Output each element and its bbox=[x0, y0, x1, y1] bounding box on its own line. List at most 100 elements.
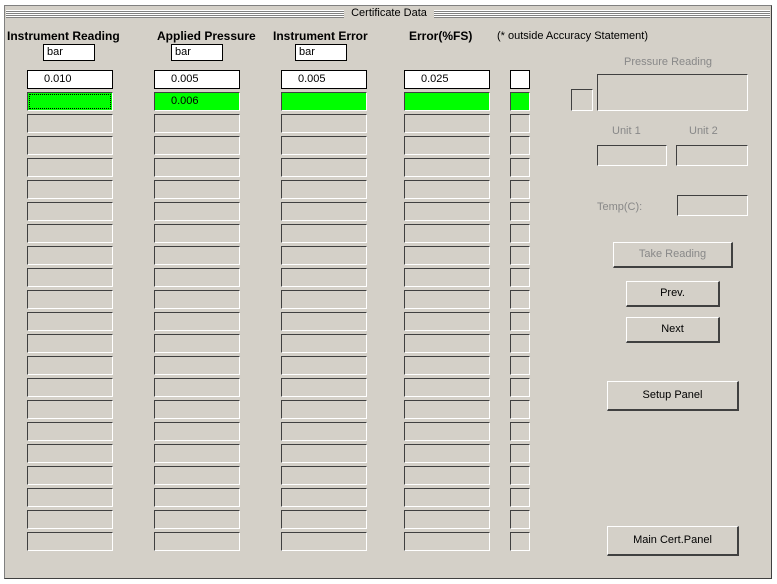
row-19-instrument-error-cell[interactable] bbox=[281, 466, 367, 485]
row-9-applied-pressure-cell[interactable] bbox=[154, 246, 240, 265]
row-16-instrument-reading-cell[interactable] bbox=[27, 400, 113, 419]
row-8-instrument-error-cell[interactable] bbox=[281, 224, 367, 243]
row-1-applied-pressure-cell[interactable]: 0.005 bbox=[154, 70, 240, 89]
row-18-instrument-error-cell[interactable] bbox=[281, 444, 367, 463]
row-5-error-fs-cell[interactable] bbox=[404, 158, 490, 177]
row-14-instrument-error-cell[interactable] bbox=[281, 356, 367, 375]
row-18-instrument-reading-cell[interactable] bbox=[27, 444, 113, 463]
unit-field-applied-pressure[interactable]: bar bbox=[171, 44, 223, 61]
row-20-flag-cell[interactable] bbox=[510, 488, 530, 507]
row-2-instrument-reading-cell[interactable] bbox=[27, 92, 113, 111]
row-14-applied-pressure-cell[interactable] bbox=[154, 356, 240, 375]
row-22-error-fs-cell[interactable] bbox=[404, 532, 490, 551]
row-7-instrument-error-cell[interactable] bbox=[281, 202, 367, 221]
row-8-instrument-reading-cell[interactable] bbox=[27, 224, 113, 243]
row-2-applied-pressure-cell[interactable]: 0.006 bbox=[154, 92, 240, 111]
row-18-applied-pressure-cell[interactable] bbox=[154, 444, 240, 463]
row-12-instrument-error-cell[interactable] bbox=[281, 312, 367, 331]
row-15-instrument-reading-cell[interactable] bbox=[27, 378, 113, 397]
row-3-instrument-error-cell[interactable] bbox=[281, 114, 367, 133]
row-2-error-fs-cell[interactable] bbox=[404, 92, 490, 111]
row-15-applied-pressure-cell[interactable] bbox=[154, 378, 240, 397]
row-17-instrument-reading-cell[interactable] bbox=[27, 422, 113, 441]
row-16-applied-pressure-cell[interactable] bbox=[154, 400, 240, 419]
row-21-error-fs-cell[interactable] bbox=[404, 510, 490, 529]
row-10-instrument-reading-cell[interactable] bbox=[27, 268, 113, 287]
row-22-instrument-reading-cell[interactable] bbox=[27, 532, 113, 551]
row-13-flag-cell[interactable] bbox=[510, 334, 530, 353]
row-12-instrument-reading-cell[interactable] bbox=[27, 312, 113, 331]
row-14-error-fs-cell[interactable] bbox=[404, 356, 490, 375]
row-10-flag-cell[interactable] bbox=[510, 268, 530, 287]
row-9-instrument-error-cell[interactable] bbox=[281, 246, 367, 265]
row-4-instrument-reading-cell[interactable] bbox=[27, 136, 113, 155]
row-20-instrument-error-cell[interactable] bbox=[281, 488, 367, 507]
row-19-applied-pressure-cell[interactable] bbox=[154, 466, 240, 485]
row-11-instrument-reading-cell[interactable] bbox=[27, 290, 113, 309]
row-5-instrument-reading-cell[interactable] bbox=[27, 158, 113, 177]
row-14-instrument-reading-cell[interactable] bbox=[27, 356, 113, 375]
row-3-instrument-reading-cell[interactable] bbox=[27, 114, 113, 133]
row-15-error-fs-cell[interactable] bbox=[404, 378, 490, 397]
row-17-instrument-error-cell[interactable] bbox=[281, 422, 367, 441]
row-4-applied-pressure-cell[interactable] bbox=[154, 136, 240, 155]
row-4-flag-cell[interactable] bbox=[510, 136, 530, 155]
row-22-applied-pressure-cell[interactable] bbox=[154, 532, 240, 551]
row-12-flag-cell[interactable] bbox=[510, 312, 530, 331]
row-20-applied-pressure-cell[interactable] bbox=[154, 488, 240, 507]
row-6-instrument-reading-cell[interactable] bbox=[27, 180, 113, 199]
row-13-instrument-reading-cell[interactable] bbox=[27, 334, 113, 353]
row-17-flag-cell[interactable] bbox=[510, 422, 530, 441]
take-reading-button[interactable]: Take Reading bbox=[613, 242, 733, 268]
row-8-applied-pressure-cell[interactable] bbox=[154, 224, 240, 243]
row-5-instrument-error-cell[interactable] bbox=[281, 158, 367, 177]
row-9-instrument-reading-cell[interactable] bbox=[27, 246, 113, 265]
row-1-instrument-reading-cell[interactable]: 0.010 bbox=[27, 70, 113, 89]
row-21-instrument-reading-cell[interactable] bbox=[27, 510, 113, 529]
unit-field-instrument-reading[interactable]: bar bbox=[43, 44, 95, 61]
row-10-error-fs-cell[interactable] bbox=[404, 268, 490, 287]
row-10-instrument-error-cell[interactable] bbox=[281, 268, 367, 287]
row-8-flag-cell[interactable] bbox=[510, 224, 530, 243]
row-6-instrument-error-cell[interactable] bbox=[281, 180, 367, 199]
row-4-instrument-error-cell[interactable] bbox=[281, 136, 367, 155]
row-11-instrument-error-cell[interactable] bbox=[281, 290, 367, 309]
row-1-instrument-error-cell[interactable]: 0.005 bbox=[281, 70, 367, 89]
unit-field-instrument-error[interactable]: bar bbox=[295, 44, 347, 61]
row-7-applied-pressure-cell[interactable] bbox=[154, 202, 240, 221]
row-17-error-fs-cell[interactable] bbox=[404, 422, 490, 441]
row-16-instrument-error-cell[interactable] bbox=[281, 400, 367, 419]
row-15-instrument-error-cell[interactable] bbox=[281, 378, 367, 397]
row-9-error-fs-cell[interactable] bbox=[404, 246, 490, 265]
row-17-applied-pressure-cell[interactable] bbox=[154, 422, 240, 441]
row-13-instrument-error-cell[interactable] bbox=[281, 334, 367, 353]
row-18-flag-cell[interactable] bbox=[510, 444, 530, 463]
row-4-error-fs-cell[interactable] bbox=[404, 136, 490, 155]
row-11-error-fs-cell[interactable] bbox=[404, 290, 490, 309]
row-6-applied-pressure-cell[interactable] bbox=[154, 180, 240, 199]
row-18-error-fs-cell[interactable] bbox=[404, 444, 490, 463]
row-20-error-fs-cell[interactable] bbox=[404, 488, 490, 507]
row-7-flag-cell[interactable] bbox=[510, 202, 530, 221]
row-5-applied-pressure-cell[interactable] bbox=[154, 158, 240, 177]
row-13-error-fs-cell[interactable] bbox=[404, 334, 490, 353]
row-9-flag-cell[interactable] bbox=[510, 246, 530, 265]
row-15-flag-cell[interactable] bbox=[510, 378, 530, 397]
row-13-applied-pressure-cell[interactable] bbox=[154, 334, 240, 353]
row-10-applied-pressure-cell[interactable] bbox=[154, 268, 240, 287]
row-5-flag-cell[interactable] bbox=[510, 158, 530, 177]
main-cert-panel-button[interactable]: Main Cert.Panel bbox=[607, 526, 739, 556]
row-21-flag-cell[interactable] bbox=[510, 510, 530, 529]
row-12-applied-pressure-cell[interactable] bbox=[154, 312, 240, 331]
row-16-flag-cell[interactable] bbox=[510, 400, 530, 419]
row-21-applied-pressure-cell[interactable] bbox=[154, 510, 240, 529]
row-16-error-fs-cell[interactable] bbox=[404, 400, 490, 419]
row-6-flag-cell[interactable] bbox=[510, 180, 530, 199]
row-11-applied-pressure-cell[interactable] bbox=[154, 290, 240, 309]
row-3-error-fs-cell[interactable] bbox=[404, 114, 490, 133]
row-6-error-fs-cell[interactable] bbox=[404, 180, 490, 199]
row-12-error-fs-cell[interactable] bbox=[404, 312, 490, 331]
row-21-instrument-error-cell[interactable] bbox=[281, 510, 367, 529]
setup-panel-button[interactable]: Setup Panel bbox=[607, 381, 739, 411]
row-3-flag-cell[interactable] bbox=[510, 114, 530, 133]
